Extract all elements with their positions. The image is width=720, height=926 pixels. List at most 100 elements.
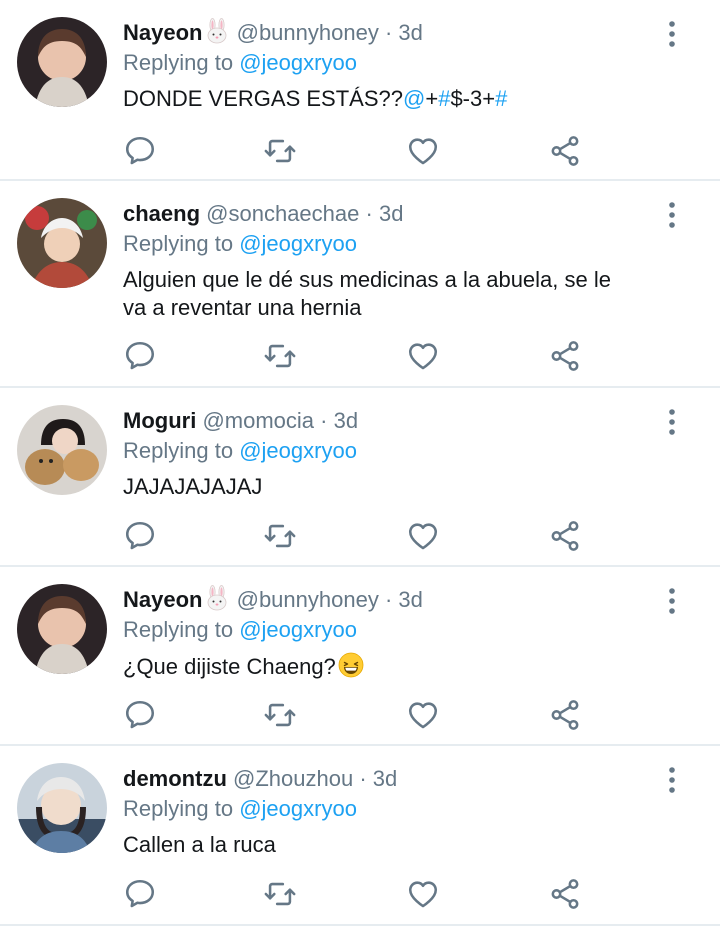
rabbit-emoji-icon <box>204 585 230 611</box>
mention-link[interactable]: @ <box>403 86 425 111</box>
hashtag-link[interactable]: # <box>438 86 450 111</box>
heart-icon <box>406 698 440 732</box>
like-button[interactable] <box>406 339 440 373</box>
like-button[interactable] <box>406 134 440 168</box>
retweet-button[interactable] <box>263 134 297 168</box>
more-vertical-icon[interactable] <box>664 408 680 436</box>
replying-to: Replying to @jeogxryoo <box>123 49 660 77</box>
timestamp[interactable]: 3d <box>334 408 358 433</box>
tweet-text: Callen a la ruca <box>123 832 276 857</box>
tweet-card[interactable]: Nayeon @bunnyhoney · 3d Replying to @jeo… <box>0 567 720 746</box>
action-bar <box>123 877 590 913</box>
reply-icon <box>123 339 157 373</box>
timestamp[interactable]: 3d <box>373 766 397 791</box>
retweet-icon <box>263 339 297 373</box>
retweet-button[interactable] <box>263 698 297 732</box>
reply-mention-link[interactable]: @jeogxryoo <box>239 50 357 75</box>
reply-icon <box>123 698 157 732</box>
share-icon <box>548 519 582 553</box>
avatar[interactable] <box>17 584 107 674</box>
tweet-card[interactable]: chaeng @sonchaechae · 3d Replying to @je… <box>0 181 720 388</box>
grinning-squinting-face-icon <box>338 652 364 678</box>
action-bar <box>123 134 590 170</box>
display-name[interactable]: Nayeon <box>123 587 202 612</box>
username[interactable]: @bunnyhoney <box>237 587 379 612</box>
display-name[interactable]: Moguri <box>123 408 196 433</box>
replying-label: Replying to <box>123 617 234 642</box>
avatar[interactable] <box>17 198 107 288</box>
text-part: ¿Que dijiste Chaeng? <box>123 654 336 679</box>
like-button[interactable] <box>406 877 440 911</box>
reply-button[interactable] <box>123 698 157 732</box>
like-button[interactable] <box>406 519 440 553</box>
more-vertical-icon[interactable] <box>664 587 680 615</box>
action-bar <box>123 698 590 734</box>
retweet-icon <box>263 134 297 168</box>
tweet-text: DONDE VERGAS ESTÁS??@+#$-3+# <box>123 85 660 113</box>
tweet-card[interactable]: demontzu @Zhouzhou · 3d Replying to @jeo… <box>0 746 720 926</box>
retweet-icon <box>263 519 297 553</box>
display-name[interactable]: chaeng <box>123 201 200 226</box>
tweet-card[interactable]: Moguri @momocia · 3d Replying to @jeogxr… <box>0 388 720 567</box>
more-vertical-icon[interactable] <box>664 766 680 794</box>
share-button[interactable] <box>548 134 582 168</box>
display-name[interactable]: Nayeon <box>123 20 202 45</box>
tweet-card[interactable]: Nayeon @bunnyhoney · 3d Replying to @jeo… <box>0 0 720 181</box>
retweet-icon <box>263 698 297 732</box>
share-button[interactable] <box>548 698 582 732</box>
reply-button[interactable] <box>123 877 157 911</box>
replying-label: Replying to <box>123 50 234 75</box>
replying-label: Replying to <box>123 438 234 463</box>
share-button[interactable] <box>548 877 582 911</box>
more-vertical-icon[interactable] <box>664 20 680 48</box>
timestamp[interactable]: 3d <box>398 20 422 45</box>
text-part: + <box>425 86 439 111</box>
share-icon <box>548 134 582 168</box>
retweet-button[interactable] <box>263 877 297 911</box>
share-button[interactable] <box>548 519 582 553</box>
reply-mention-link[interactable]: @jeogxryoo <box>239 617 357 642</box>
display-name[interactable]: demontzu <box>123 766 227 791</box>
share-icon <box>548 339 582 373</box>
tweet-text: Alguien que le dé sus medicinas a la abu… <box>123 266 660 322</box>
retweet-button[interactable] <box>263 519 297 553</box>
username[interactable]: @Zhouzhou <box>233 766 353 791</box>
reply-icon <box>123 877 157 911</box>
reply-mention-link[interactable]: @jeogxryoo <box>239 231 357 256</box>
more-vertical-icon[interactable] <box>664 201 680 229</box>
username[interactable]: @bunnyhoney <box>237 20 379 45</box>
reply-icon <box>123 519 157 553</box>
reply-button[interactable] <box>123 134 157 168</box>
timestamp[interactable]: 3d <box>398 587 422 612</box>
text-line: va a reventar una hernia <box>123 295 362 320</box>
avatar[interactable] <box>17 17 107 107</box>
heart-icon <box>406 877 440 911</box>
replying-label: Replying to <box>123 231 234 256</box>
action-bar <box>123 519 590 555</box>
avatar[interactable] <box>17 763 107 853</box>
hashtag-link[interactable]: # <box>495 86 507 111</box>
reply-mention-link[interactable]: @jeogxryoo <box>239 796 357 821</box>
username[interactable]: @momocia <box>202 408 314 433</box>
replying-to: Replying to @jeogxryoo <box>123 437 660 465</box>
separator: · <box>365 201 373 226</box>
reply-button[interactable] <box>123 339 157 373</box>
replying-to: Replying to @jeogxryoo <box>123 616 660 644</box>
share-button[interactable] <box>548 339 582 373</box>
reply-mention-link[interactable]: @jeogxryoo <box>239 438 357 463</box>
like-button[interactable] <box>406 698 440 732</box>
separator: · <box>384 587 393 612</box>
separator: · <box>384 20 393 45</box>
share-icon <box>548 698 582 732</box>
separator: · <box>320 408 328 433</box>
timestamp[interactable]: 3d <box>379 201 403 226</box>
text-part: $-3+ <box>450 86 496 111</box>
text-line: Alguien que le dé sus medicinas a la abu… <box>123 267 611 292</box>
reply-icon <box>123 134 157 168</box>
avatar[interactable] <box>17 405 107 495</box>
retweet-button[interactable] <box>263 339 297 373</box>
username[interactable]: @sonchaechae <box>206 201 359 226</box>
replying-to: Replying to @jeogxryoo <box>123 230 660 258</box>
reply-button[interactable] <box>123 519 157 553</box>
replying-to: Replying to @jeogxryoo <box>123 795 660 823</box>
